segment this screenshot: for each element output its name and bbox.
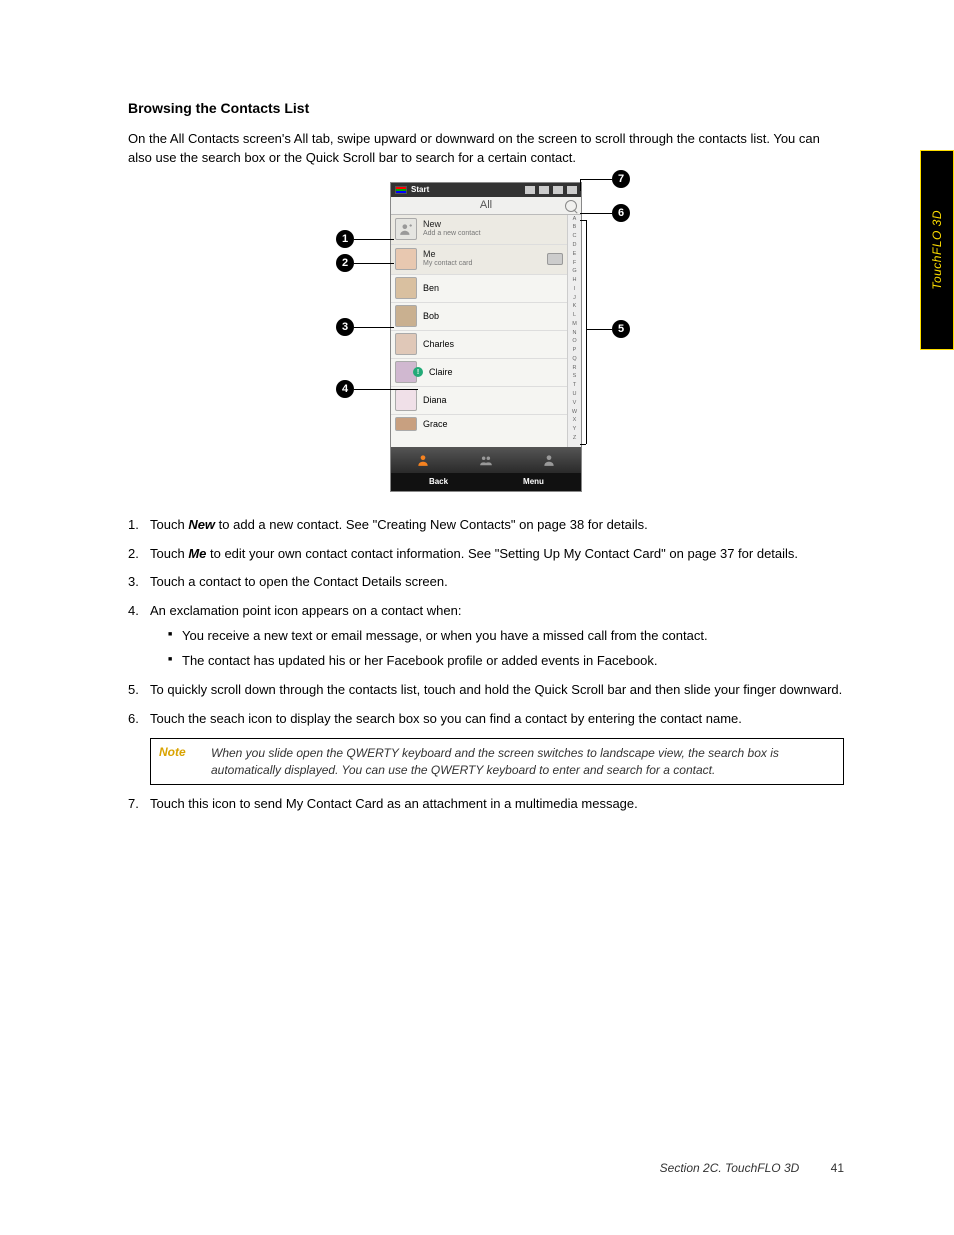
- phone-tab-title: All: [480, 199, 492, 211]
- leader-line: [354, 389, 418, 390]
- contact-row[interactable]: Grace: [391, 415, 567, 433]
- list-item: 7.Touch this icon to send My Contact Car…: [128, 795, 844, 814]
- leader-line: [580, 179, 581, 191]
- tab-people-icon[interactable]: [391, 447, 454, 473]
- phone-bottom-tabs: [391, 447, 581, 473]
- note-box: Note When you slide open the QWERTY keyb…: [150, 738, 844, 784]
- note-label: Note: [159, 745, 195, 777]
- manual-page: TouchFLO 3D Browsing the Contacts List O…: [0, 0, 954, 1235]
- callout-3: 3: [336, 318, 354, 336]
- quick-scroll-bar[interactable]: ABCDEFGHIJKLMNOPQRSTUVWXYZ: [567, 215, 581, 447]
- row-me[interactable]: MeMy contact card: [391, 245, 567, 275]
- figure: Start All NewAdd a new contact: [128, 182, 844, 492]
- thumb-tab-label: TouchFLO 3D: [930, 210, 944, 290]
- search-icon[interactable]: [565, 200, 577, 212]
- list-item: 3.Touch a contact to open the Contact De…: [128, 573, 844, 592]
- note-text: When you slide open the QWERTY keyboard …: [211, 745, 835, 777]
- footer-page-number: 41: [831, 1161, 844, 1175]
- signal-icon: [525, 186, 535, 194]
- leader-line: [354, 239, 394, 240]
- section-heading: Browsing the Contacts List: [128, 100, 844, 116]
- list-item: 6.Touch the seach icon to display the se…: [128, 710, 844, 729]
- contact-row[interactable]: Ben: [391, 275, 567, 303]
- softkey-back[interactable]: Back: [391, 473, 486, 491]
- add-contact-icon: [395, 218, 417, 240]
- callout-2: 2: [336, 254, 354, 272]
- leader-line: [580, 444, 586, 445]
- callout-7: 7: [612, 170, 630, 188]
- intro-paragraph: On the All Contacts screen's All tab, sw…: [128, 130, 844, 168]
- phone-tab-header: All: [391, 197, 581, 215]
- avatar-icon: [395, 305, 417, 327]
- contact-row[interactable]: Diana: [391, 387, 567, 415]
- leader-line: [354, 263, 394, 264]
- thumb-tab: TouchFLO 3D: [920, 150, 954, 350]
- sub-list-item: The contact has updated his or her Faceb…: [168, 652, 844, 671]
- avatar-icon: [395, 248, 417, 270]
- avatar-icon: [395, 277, 417, 299]
- send-card-icon[interactable]: [567, 186, 577, 194]
- start-label: Start: [411, 185, 429, 194]
- instruction-list: 1.Touch New to add a new contact. See "C…: [128, 516, 844, 729]
- tab-updates-icon[interactable]: [518, 447, 581, 473]
- leader-line: [586, 329, 612, 330]
- contact-row[interactable]: Charles: [391, 331, 567, 359]
- sub-list-item: You receive a new text or email message,…: [168, 627, 844, 646]
- exclamation-icon: !: [413, 367, 423, 377]
- contact-row[interactable]: !Claire: [391, 359, 567, 387]
- footer-section: Section 2C. TouchFLO 3D: [660, 1161, 800, 1175]
- phone-status-bar: Start: [391, 183, 581, 197]
- battery-icon: [553, 186, 563, 194]
- list-item: 2.Touch Me to edit your own contact cont…: [128, 545, 844, 564]
- windows-flag-icon: [395, 186, 407, 194]
- softkey-menu[interactable]: Menu: [486, 473, 581, 491]
- contacts-list[interactable]: NewAdd a new contact MeMy contact card B…: [391, 215, 567, 447]
- phone-screenshot: Start All NewAdd a new contact: [390, 182, 582, 492]
- page-footer: Section 2C. TouchFLO 3D 41: [660, 1161, 844, 1175]
- callout-1: 1: [336, 230, 354, 248]
- leader-line: [580, 220, 586, 221]
- callout-4: 4: [336, 380, 354, 398]
- leader-line: [580, 213, 612, 214]
- vcard-icon: [547, 253, 563, 265]
- list-item: 1.Touch New to add a new contact. See "C…: [128, 516, 844, 535]
- instruction-list-cont: 7.Touch this icon to send My Contact Car…: [128, 795, 844, 814]
- leader-line: [580, 179, 612, 180]
- avatar-icon: [395, 333, 417, 355]
- contact-row[interactable]: Bob: [391, 303, 567, 331]
- phone-softkeys: Back Menu: [391, 473, 581, 491]
- avatar-icon: [395, 417, 417, 431]
- tab-groups-icon[interactable]: [454, 447, 517, 473]
- leader-line: [354, 327, 394, 328]
- row-new[interactable]: NewAdd a new contact: [391, 215, 567, 245]
- leader-line: [586, 220, 587, 444]
- list-item: 5.To quickly scroll down through the con…: [128, 681, 844, 700]
- avatar-icon: [395, 389, 417, 411]
- callout-6: 6: [612, 204, 630, 222]
- callout-5: 5: [612, 320, 630, 338]
- volume-icon: [539, 186, 549, 194]
- list-item: 4.An exclamation point icon appears on a…: [128, 602, 844, 671]
